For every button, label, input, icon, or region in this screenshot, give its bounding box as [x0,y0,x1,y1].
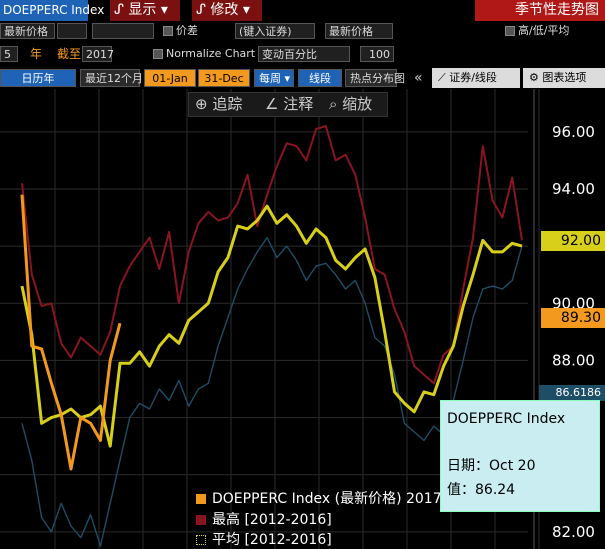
ticker-field[interactable]: DOEPPERC Index [0,0,104,21]
y-tick-label: 96.00 [552,123,595,141]
top-bar: DOEPPERC Index ᔑ 显示 ▾ ᔑ 修改 ▾ 季节性走势图 [0,0,605,21]
hilo-checkbox[interactable]: 高/低/平均 [505,22,569,40]
security-field-1[interactable] [92,23,154,39]
display-menu-button[interactable]: ᔑ 显示 ▾ [110,0,180,21]
last-value-tag-orange: 89.30 [541,308,605,328]
legend-swatch [196,535,206,545]
tooltip-date: 日期：Oct 20 [447,458,536,474]
legend-swatch [196,515,206,525]
display-icon: ᔑ [114,2,129,18]
collapse-button[interactable]: « [414,69,423,87]
chevron-down-icon: ▾ [281,72,291,85]
y-tick-label: 82.00 [552,523,595,541]
chart-tooltip: DOEPPERC Index 日期：Oct 20 值：86.24 [440,400,600,512]
legend-swatch [196,494,206,504]
price-field-1[interactable]: 最新价格 [0,23,55,39]
frequency-select[interactable]: 每周 ▾ [254,69,294,87]
last-value-tag-yellow: 92.00 [541,231,605,251]
legend-item-average[interactable]: 平均 [2012-2016] [196,531,332,549]
pencil-icon: ∠ [265,95,284,113]
chevron-down-icon: ▾ [238,2,250,18]
security-line-button[interactable]: ⟋ 证券/线段 [432,68,520,88]
y-tick-label: 94.00 [552,180,595,198]
security-input[interactable]: (键入证券) [235,23,315,39]
until-year-input[interactable]: 2017 [82,46,114,62]
crosshair-icon: ⊕ [195,95,213,113]
tooltip-title: DOEPPERC Index [447,411,566,427]
annotate-button[interactable]: ∠ 注释 [265,93,313,116]
chevron-down-icon: ▾ [156,2,168,18]
pct-change-select[interactable]: 变动百分比 [258,46,350,62]
years-unit-label: 年 [30,47,43,61]
normalize-checkbox[interactable]: Normalize Chart [153,45,255,63]
tab-hotspot[interactable]: 热点分布图 [345,69,405,87]
pct-value-input[interactable]: 100 [360,46,394,62]
edit-icon: ᔑ [196,2,211,18]
chart-toolbar: ⊕ 追踪 ∠ 注释 ⌕ 缩放 [188,92,388,117]
legend-item-high[interactable]: 最高 [2012-2016] [196,511,332,529]
tab-line[interactable]: 线段 [298,69,342,87]
series-line-1[interactable] [21,125,523,385]
edit-menu-button[interactable]: ᔑ 修改 ▾ [192,0,262,21]
last-value-tag-blue: 86.6186 [539,385,605,401]
end-date-field[interactable]: 31-Dec [198,69,250,87]
tabs-row: 日历年 最近12个月 01-Jan 31-Dec 每周 ▾ 线段 热点分布图 «… [0,67,605,89]
tab-last-12-months[interactable]: 最近12个月 [80,69,143,87]
checkbox-icon [163,26,173,36]
chart-options-button[interactable]: ⚙ 图表选项 [523,68,605,88]
diff-checkbox[interactable]: 价差 [163,22,198,40]
price-field-1-extra[interactable] [57,23,87,39]
checkbox-icon [153,49,163,59]
chart-line-icon: ⟋ [438,71,450,84]
start-date-field[interactable]: 01-Jan [144,69,196,87]
options-row: 5 年 截至 2017 Normalize Chart 变动百分比 100 [0,41,605,67]
tab-calendar-year[interactable]: 日历年 [0,69,76,87]
price-field-2[interactable]: 最新价格 [325,23,393,39]
gear-icon: ⚙ [529,71,543,84]
years-input[interactable]: 5 [0,46,18,62]
security-row: 最新价格 价差 (键入证券) 最新价格 高/低/平均 [0,21,605,41]
until-label: 截至 [57,47,82,61]
checkbox-icon [505,26,515,36]
zoom-button[interactable]: ⌕ 缩放 [329,93,372,116]
track-button[interactable]: ⊕ 追踪 [195,93,242,116]
y-tick-label: 88.00 [552,351,595,369]
tooltip-value: 值：86.24 [447,482,516,498]
page-title: 季节性走势图 [475,0,605,21]
magnifier-icon: ⌕ [329,95,343,113]
legend-item-current[interactable]: DOEPPERC Index (最新价格) 2017 [196,490,442,508]
